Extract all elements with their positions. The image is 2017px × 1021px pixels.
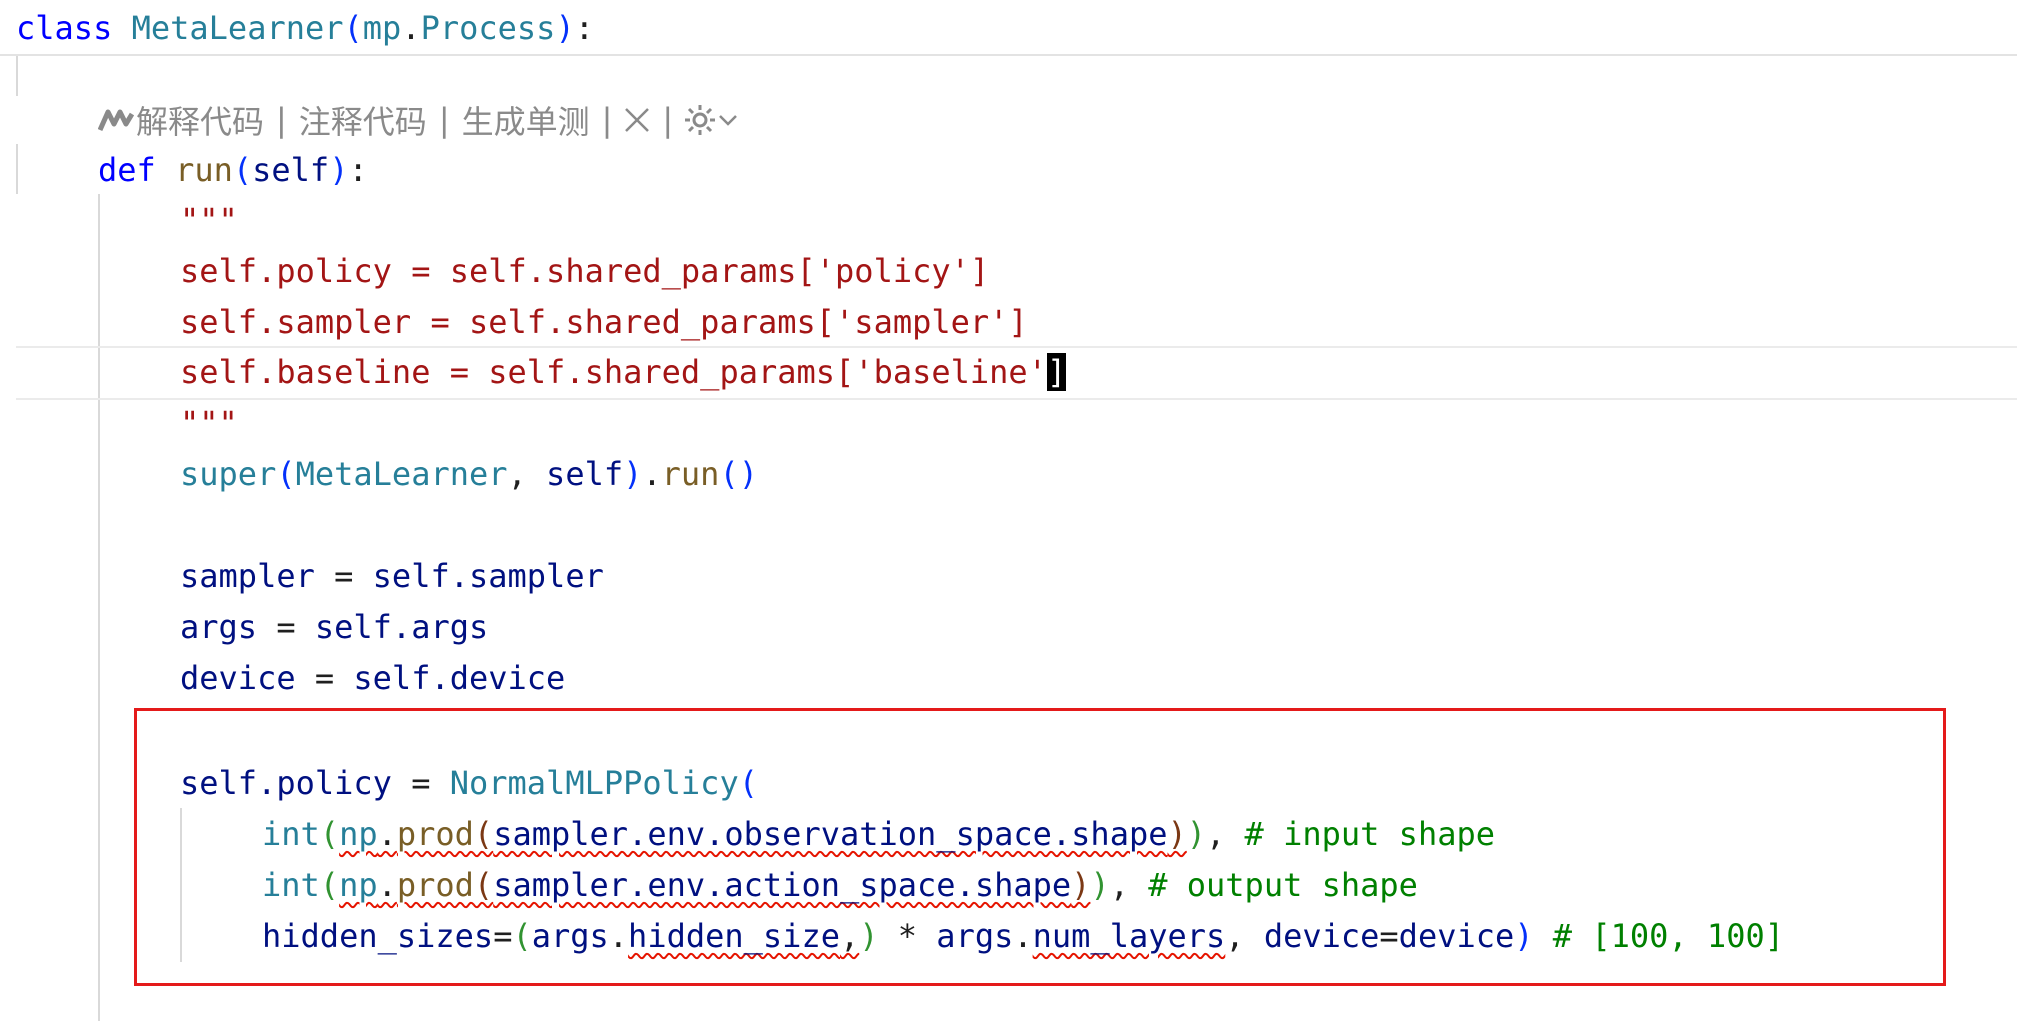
separator: |: [438, 101, 450, 139]
colon: :: [348, 150, 368, 189]
paren-close: ): [623, 454, 643, 493]
paren-open: (: [232, 150, 253, 189]
assign-op: =: [295, 658, 354, 697]
code-line-def-run[interactable]: def run(self):: [98, 144, 2017, 195]
dot: .: [401, 8, 421, 47]
assign-op: =: [314, 556, 373, 595]
indent-guide-class: [16, 56, 18, 96]
code-line-super-run[interactable]: super(MetaLearner, self). run(): [180, 448, 2017, 499]
string-text: self.baseline = self.shared_params['base…: [180, 352, 1047, 391]
var-name: sampler: [180, 556, 315, 595]
rhs-expr: self.sampler: [372, 556, 604, 595]
code-line-docstring-sampler[interactable]: self.sampler = self.shared_params['sampl…: [180, 296, 2017, 347]
self-ref: self: [546, 454, 624, 493]
super-builtin: super: [180, 454, 277, 493]
call-parens: (): [719, 454, 758, 493]
base-class: Process: [420, 8, 556, 47]
class-name: MetaLearner: [131, 8, 344, 47]
text-cursor: ]: [1046, 352, 1067, 391]
colon: :: [574, 8, 594, 47]
comma: ,: [507, 454, 547, 493]
separator: |: [276, 101, 287, 139]
separator: |: [601, 101, 613, 139]
ai-codelens-toolbar[interactable]: 解释代码 | 注释代码 | 生成单测 | |: [98, 96, 739, 144]
code-line-device[interactable]: device = self.device: [180, 652, 2017, 703]
code-line-args[interactable]: args = self.args: [180, 601, 2017, 652]
sticky-scroll-header[interactable]: class MetaLearner(mp. Process):: [0, 0, 2017, 56]
paren-open: (: [343, 8, 363, 47]
base-module: mp: [362, 8, 402, 47]
separator: |: [662, 101, 674, 139]
param-self: self: [252, 150, 330, 189]
method-call: run: [661, 454, 720, 493]
def-keyword: def: [98, 150, 156, 189]
assign-op: =: [257, 607, 315, 646]
indent-guide-method: [98, 194, 100, 1021]
paren-open: (: [276, 454, 296, 493]
rhs-expr: self.device: [353, 658, 566, 697]
rhs-expr: self.args: [314, 607, 489, 646]
indent-guide-class-body: [16, 144, 18, 194]
comment-code-button[interactable]: 注释代码: [297, 97, 429, 143]
highlight-annotation-box: [134, 708, 1946, 986]
code-line-docstring-baseline[interactable]: self.baseline = self.shared_params['base…: [180, 346, 2017, 397]
code-line-docstring-open[interactable]: """: [180, 194, 2017, 245]
code-line-docstring-policy[interactable]: self.policy = self.shared_params['policy…: [180, 245, 2017, 296]
var-name: device: [180, 658, 296, 697]
close-icon[interactable]: [622, 105, 652, 135]
generate-unit-test-button[interactable]: 生成单测: [460, 97, 592, 143]
explain-code-button[interactable]: 解释代码: [134, 97, 266, 143]
class-definition-line[interactable]: class MetaLearner(mp. Process):: [16, 2, 2017, 53]
code-line-sampler[interactable]: sampler = self.sampler: [180, 550, 2017, 601]
function-name: run: [175, 150, 233, 189]
paren-close: ): [329, 150, 349, 189]
dot: .: [642, 454, 662, 493]
class-keyword: class: [16, 8, 113, 47]
class-ref: MetaLearner: [295, 454, 508, 493]
marscode-logo-icon: [98, 106, 134, 134]
paren-close: ): [555, 8, 575, 47]
var-name: args: [180, 607, 258, 646]
chevron-down-icon[interactable]: [717, 109, 739, 131]
code-line-docstring-close[interactable]: """: [180, 397, 2017, 448]
settings-gear-icon[interactable]: [683, 103, 717, 137]
